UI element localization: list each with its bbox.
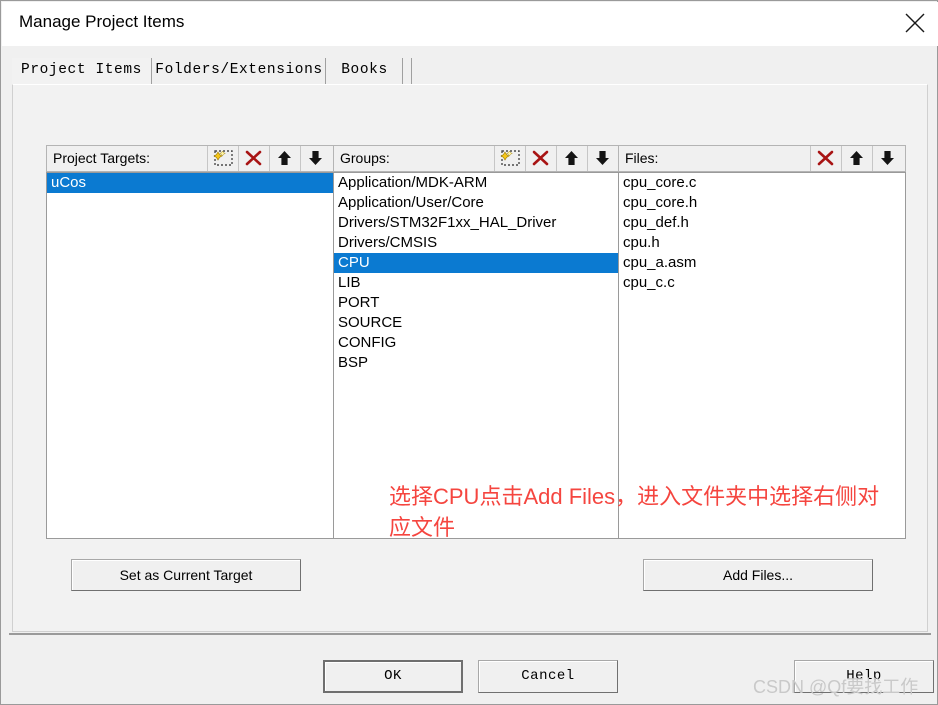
window-title: Manage Project Items [19, 12, 185, 31]
ok-button[interactable]: OK [323, 660, 463, 693]
files-move-down-button[interactable] [872, 146, 903, 171]
list-item[interactable]: cpu_core.h [619, 193, 905, 213]
list-item[interactable]: Drivers/CMSIS [334, 233, 620, 253]
list-item[interactable]: CPU [334, 253, 620, 273]
list-item[interactable]: uCos [47, 173, 333, 193]
list-item[interactable]: cpu_c.c [619, 273, 905, 293]
targets-move-down-button[interactable] [300, 146, 331, 171]
list-item[interactable]: PORT [334, 293, 620, 313]
new-item-icon [213, 150, 233, 166]
arrow-down-icon [309, 151, 322, 165]
list-item[interactable]: cpu_core.c [619, 173, 905, 193]
arrow-up-icon [278, 151, 291, 165]
groups-listbox[interactable]: Application/MDK-ARM Application/User/Core… [333, 172, 621, 539]
project-targets-header: Project Targets: [46, 145, 334, 172]
files-listbox[interactable]: cpu_core.c cpu_core.h cpu_def.h cpu.h cpu_a.… [618, 172, 906, 539]
set-as-current-target-button[interactable]: Set as Current Target [71, 559, 301, 591]
list-item[interactable]: cpu_def.h [619, 213, 905, 233]
list-item[interactable]: cpu_a.asm [619, 253, 905, 273]
tab-project-items[interactable]: Project Items [12, 58, 152, 86]
manage-project-items-dialog: Manage Project Items Project Items Folde… [0, 0, 938, 705]
title-bar: Manage Project Items [2, 2, 938, 46]
delete-icon [532, 150, 549, 166]
list-item[interactable]: cpu.h [619, 233, 905, 253]
cancel-button[interactable]: Cancel [478, 660, 618, 693]
list-item[interactable]: Application/MDK-ARM [334, 173, 620, 193]
footer-separator [9, 633, 931, 635]
close-button[interactable] [892, 2, 938, 40]
list-item[interactable]: BSP [334, 353, 620, 373]
list-item[interactable]: Drivers/STM32F1xx_HAL_Driver [334, 213, 620, 233]
add-files-button[interactable]: Add Files... [643, 559, 873, 591]
list-item[interactable]: CONFIG [334, 333, 620, 353]
groups-new-button[interactable] [494, 146, 525, 171]
delete-icon [245, 150, 262, 166]
project-items-panel: Project Targets: uCos Groups: Applicatio… [12, 84, 928, 632]
files-header: Files: [618, 145, 906, 172]
arrow-down-icon [596, 151, 609, 165]
groups-move-up-button[interactable] [556, 146, 587, 171]
tab-spacer [404, 58, 412, 85]
targets-move-up-button[interactable] [269, 146, 300, 171]
arrow-up-icon [565, 151, 578, 165]
files-remove-button[interactable] [810, 146, 841, 171]
project-targets-listbox[interactable]: uCos [46, 172, 334, 539]
files-label: Files: [625, 150, 659, 166]
tab-books[interactable]: Books [327, 58, 403, 85]
list-item[interactable]: SOURCE [334, 313, 620, 333]
list-item[interactable]: LIB [334, 273, 620, 293]
delete-icon [817, 150, 834, 166]
files-move-up-button[interactable] [841, 146, 872, 171]
list-item[interactable]: Application/User/Core [334, 193, 620, 213]
new-item-icon [500, 150, 520, 166]
targets-remove-button[interactable] [238, 146, 269, 171]
groups-remove-button[interactable] [525, 146, 556, 171]
tab-folders-extensions[interactable]: Folders/Extensions [153, 58, 326, 85]
help-button[interactable]: Help [794, 660, 934, 693]
groups-header: Groups: [333, 145, 621, 172]
close-icon [905, 13, 925, 33]
groups-label: Groups: [340, 150, 390, 166]
arrow-down-icon [881, 151, 894, 165]
targets-new-button[interactable] [207, 146, 238, 171]
tab-strip: Project Items Folders/Extensions Books [12, 58, 928, 86]
groups-move-down-button[interactable] [587, 146, 618, 171]
arrow-up-icon [850, 151, 863, 165]
project-targets-label: Project Targets: [53, 150, 151, 166]
